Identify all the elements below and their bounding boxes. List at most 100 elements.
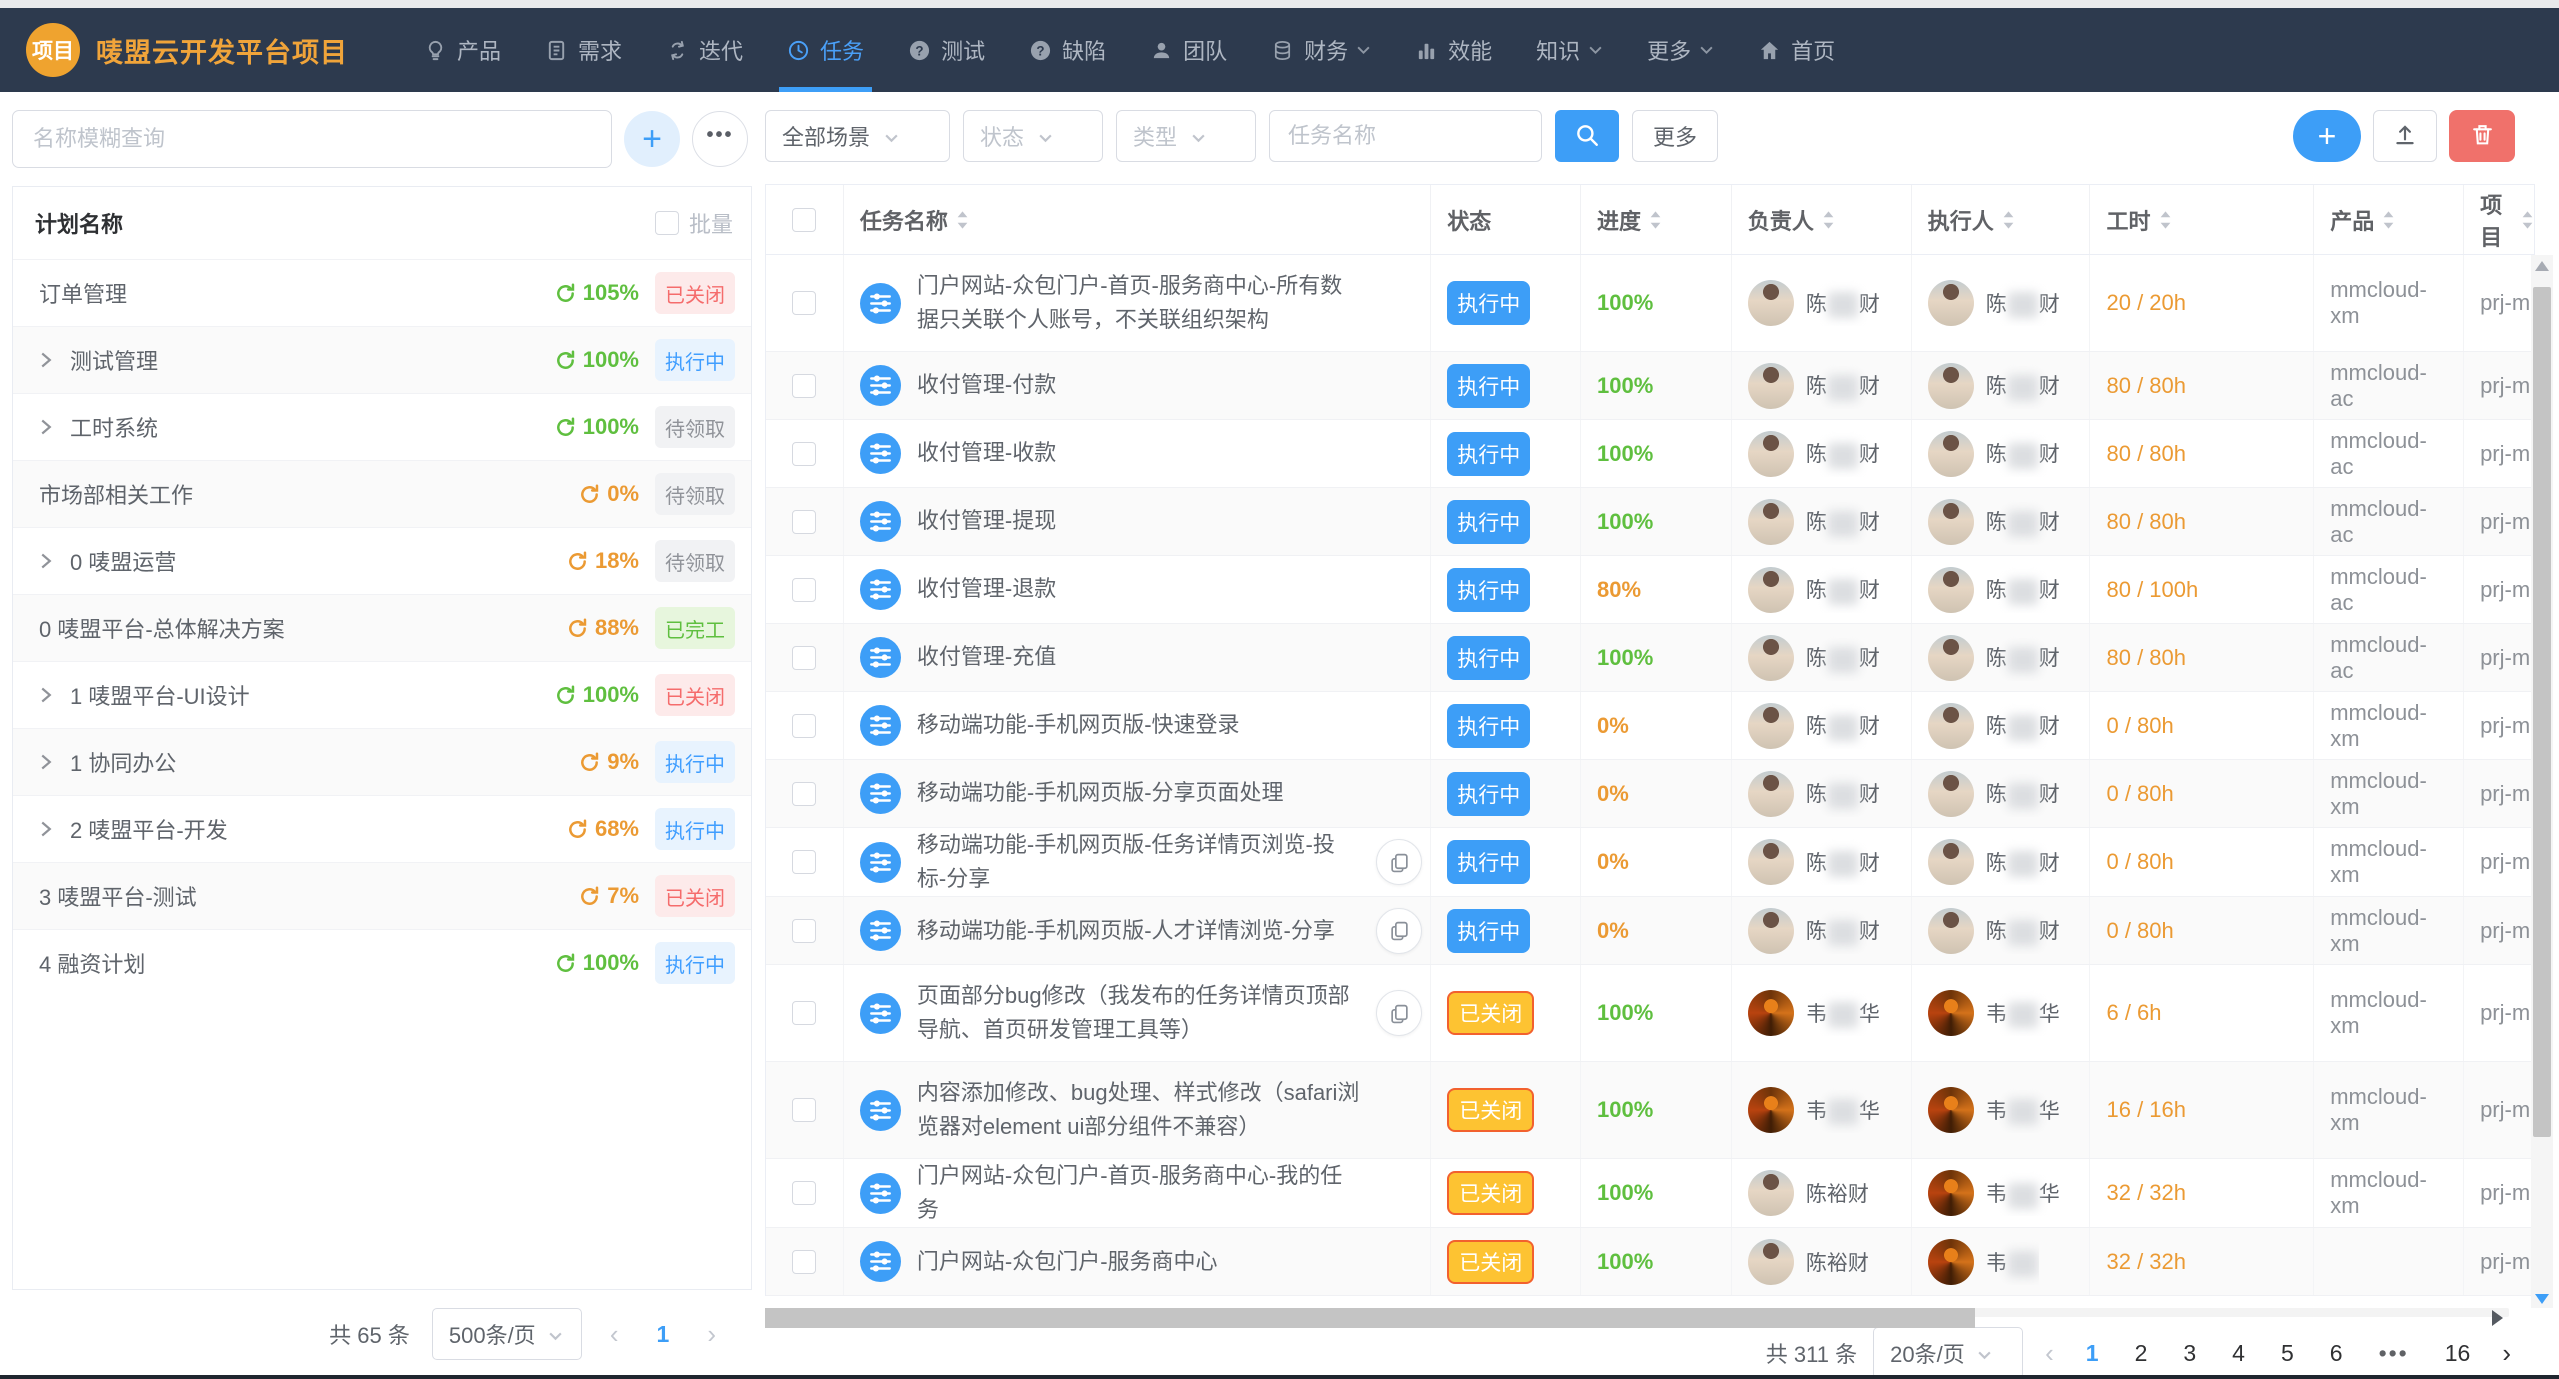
row-checkbox[interactable] <box>792 1250 816 1274</box>
export-button[interactable] <box>2373 110 2437 162</box>
plan-page-number[interactable]: 1 <box>647 1321 680 1348</box>
plan-row[interactable]: 2 唛盟平台-开发68%执行中 <box>13 795 751 862</box>
page-number[interactable]: 5 <box>2271 1340 2304 1367</box>
plan-row[interactable]: 4 融资计划100%执行中 <box>13 929 751 996</box>
nav-item[interactable]: 首页 <box>1736 8 1857 92</box>
nav-item[interactable]: 需求 <box>523 8 644 92</box>
sort-icon[interactable] <box>2382 209 2395 231</box>
row-checkbox[interactable] <box>792 1181 816 1205</box>
row-checkbox[interactable] <box>792 1098 816 1122</box>
task-page-size-select[interactable]: 20条/页 <box>1873 1327 2023 1379</box>
nav-item[interactable]: 迭代 <box>644 8 765 92</box>
sort-icon[interactable] <box>2159 209 2172 231</box>
page-ellipsis[interactable]: ••• <box>2369 1340 2419 1367</box>
row-checkbox[interactable] <box>792 646 816 670</box>
plan-row[interactable]: 市场部相关工作0%待领取 <box>13 460 751 527</box>
task-name[interactable]: 页面部分bug修改（我发布的任务详情页顶部导航、首页研发管理工具等） <box>917 979 1360 1047</box>
task-row[interactable]: 内容添加修改、bug处理、样式修改（safari浏览器对element ui部分… <box>766 1062 2534 1159</box>
plan-row[interactable]: 1 唛盟平台-UI设计100%已关闭 <box>13 661 751 728</box>
scroll-down-arrow-icon[interactable] <box>2535 1294 2549 1304</box>
expand-arrow-icon[interactable] <box>39 686 52 704</box>
horizontal-scrollbar-thumb[interactable] <box>765 1308 1975 1328</box>
task-name[interactable]: 收付管理-充值 <box>917 640 1056 674</box>
task-name[interactable]: 门户网站-众包门户-服务商中心 <box>917 1245 1218 1279</box>
vertical-scrollbar[interactable] <box>2531 255 2553 1308</box>
task-next-page-button[interactable]: › <box>2496 1338 2517 1369</box>
task-row[interactable]: 收付管理-退款执行中80%陈财陈财80 / 100hmmcloud-acprj-… <box>766 556 2534 624</box>
plan-row[interactable]: 测试管理100%执行中 <box>13 326 751 393</box>
plan-prev-page-button[interactable]: ‹ <box>604 1319 625 1350</box>
scroll-right-arrow-icon[interactable] <box>2492 1310 2503 1326</box>
plan-page-size-select[interactable]: 500条/页 <box>432 1308 582 1360</box>
delete-button[interactable] <box>2449 110 2515 162</box>
task-name[interactable]: 移动端功能-手机网页版-分享页面处理 <box>917 776 1284 810</box>
task-name[interactable]: 收付管理-退款 <box>917 572 1056 606</box>
task-name[interactable]: 门户网站-众包门户-首页-服务商中心-所有数据只关联个人账号，不关联组织架构 <box>917 269 1360 337</box>
task-name[interactable]: 移动端功能-手机网页版-任务详情页浏览-投标-分享 <box>917 828 1360 896</box>
row-checkbox[interactable] <box>792 1001 816 1025</box>
status-select[interactable]: 状态 <box>963 110 1103 162</box>
select-all-checkbox[interactable] <box>792 208 816 232</box>
task-row[interactable]: 收付管理-提现执行中100%陈财陈财80 / 80hmmcloud-acprj-… <box>766 488 2534 556</box>
more-filters-button[interactable]: 更多 <box>1632 110 1718 162</box>
page-number[interactable]: 2 <box>2125 1340 2158 1367</box>
plan-row[interactable]: 3 唛盟平台-测试7%已关闭 <box>13 862 751 929</box>
type-select[interactable]: 类型 <box>1116 110 1256 162</box>
page-number[interactable]: 16 <box>2435 1340 2481 1367</box>
row-checkbox[interactable] <box>792 919 816 943</box>
plan-row[interactable]: 0 唛盟运营18%待领取 <box>13 527 751 594</box>
expand-arrow-icon[interactable] <box>39 552 52 570</box>
copy-button[interactable] <box>1376 839 1422 885</box>
page-number[interactable]: 3 <box>2173 1340 2206 1367</box>
column-header[interactable]: 负责人 <box>1732 185 1912 254</box>
column-header[interactable]: 项目 <box>2464 185 2534 254</box>
expand-arrow-icon[interactable] <box>39 418 52 436</box>
task-row[interactable]: 门户网站-众包门户-首页-服务商中心-所有数据只关联个人账号，不关联组织架构执行… <box>766 255 2534 352</box>
batch-checkbox[interactable] <box>655 211 679 235</box>
task-row[interactable]: 门户网站-众包门户-首页-服务商中心-我的任务已关闭100%陈裕财韦华32 / … <box>766 1159 2534 1228</box>
nav-item[interactable]: 团队 <box>1128 8 1249 92</box>
task-row[interactable]: 移动端功能-手机网页版-快速登录执行中0%陈财陈财0 / 80hmmcloud-… <box>766 692 2534 760</box>
task-row[interactable]: 移动端功能-手机网页版-人才详情浏览-分享执行中0%陈财陈财0 / 80hmmc… <box>766 897 2534 965</box>
task-name[interactable]: 收付管理-提现 <box>917 504 1056 538</box>
task-name[interactable]: 内容添加修改、bug处理、样式修改（safari浏览器对element ui部分… <box>917 1076 1360 1144</box>
page-number[interactable]: 1 <box>2076 1340 2109 1367</box>
row-checkbox[interactable] <box>792 291 816 315</box>
page-number[interactable]: 4 <box>2222 1340 2255 1367</box>
task-row[interactable]: 收付管理-付款执行中100%陈财陈财80 / 80hmmcloud-acprj-… <box>766 352 2534 420</box>
task-row[interactable]: 门户网站-众包门户-服务商中心已关闭100%陈裕财韦32 / 32hprj-m <box>766 1228 2534 1296</box>
plan-row[interactable]: 1 协同办公9%执行中 <box>13 728 751 795</box>
vertical-scrollbar-thumb[interactable] <box>2533 287 2551 1137</box>
row-checkbox[interactable] <box>792 510 816 534</box>
search-button[interactable] <box>1555 110 1619 162</box>
row-checkbox[interactable] <box>792 714 816 738</box>
nav-item[interactable]: 效能 <box>1393 8 1514 92</box>
plan-search-input[interactable] <box>12 110 612 168</box>
scene-select[interactable]: 全部场景 <box>765 110 950 162</box>
task-row[interactable]: 页面部分bug修改（我发布的任务详情页顶部导航、首页研发管理工具等）已关闭100… <box>766 965 2534 1062</box>
column-header[interactable]: 产品 <box>2314 185 2464 254</box>
row-checkbox[interactable] <box>792 374 816 398</box>
sort-icon[interactable] <box>2002 209 2015 231</box>
column-header[interactable]: 任务名称 <box>844 185 1431 254</box>
column-header[interactable]: 状态 <box>1431 185 1581 254</box>
scroll-up-arrow-icon[interactable] <box>2535 261 2549 271</box>
row-checkbox[interactable] <box>792 850 816 874</box>
column-header[interactable]: 执行人 <box>1912 185 2091 254</box>
task-row[interactable]: 移动端功能-手机网页版-任务详情页浏览-投标-分享执行中0%陈财陈财0 / 80… <box>766 828 2534 897</box>
column-header[interactable]: 进度 <box>1581 185 1732 254</box>
add-plan-button[interactable]: + <box>624 111 680 167</box>
sort-icon[interactable] <box>1822 209 1835 231</box>
horizontal-scrollbar[interactable] <box>765 1308 2509 1317</box>
copy-button[interactable] <box>1376 908 1422 954</box>
task-name-input[interactable] <box>1269 110 1542 162</box>
nav-item[interactable]: ?测试 <box>886 8 1007 92</box>
page-number[interactable]: 6 <box>2320 1340 2353 1367</box>
plan-row[interactable]: 工时系统100%待领取 <box>13 393 751 460</box>
task-row[interactable]: 移动端功能-手机网页版-分享页面处理执行中0%陈财陈财0 / 80hmmclou… <box>766 760 2534 828</box>
plan-more-actions-button[interactable]: ••• <box>692 111 748 167</box>
sort-icon[interactable] <box>956 209 969 231</box>
sort-icon[interactable] <box>2521 209 2534 231</box>
plan-row[interactable]: 0 唛盟平台-总体解决方案88%已完工 <box>13 594 751 661</box>
plan-row[interactable]: 订单管理105%已关闭 <box>13 259 751 326</box>
